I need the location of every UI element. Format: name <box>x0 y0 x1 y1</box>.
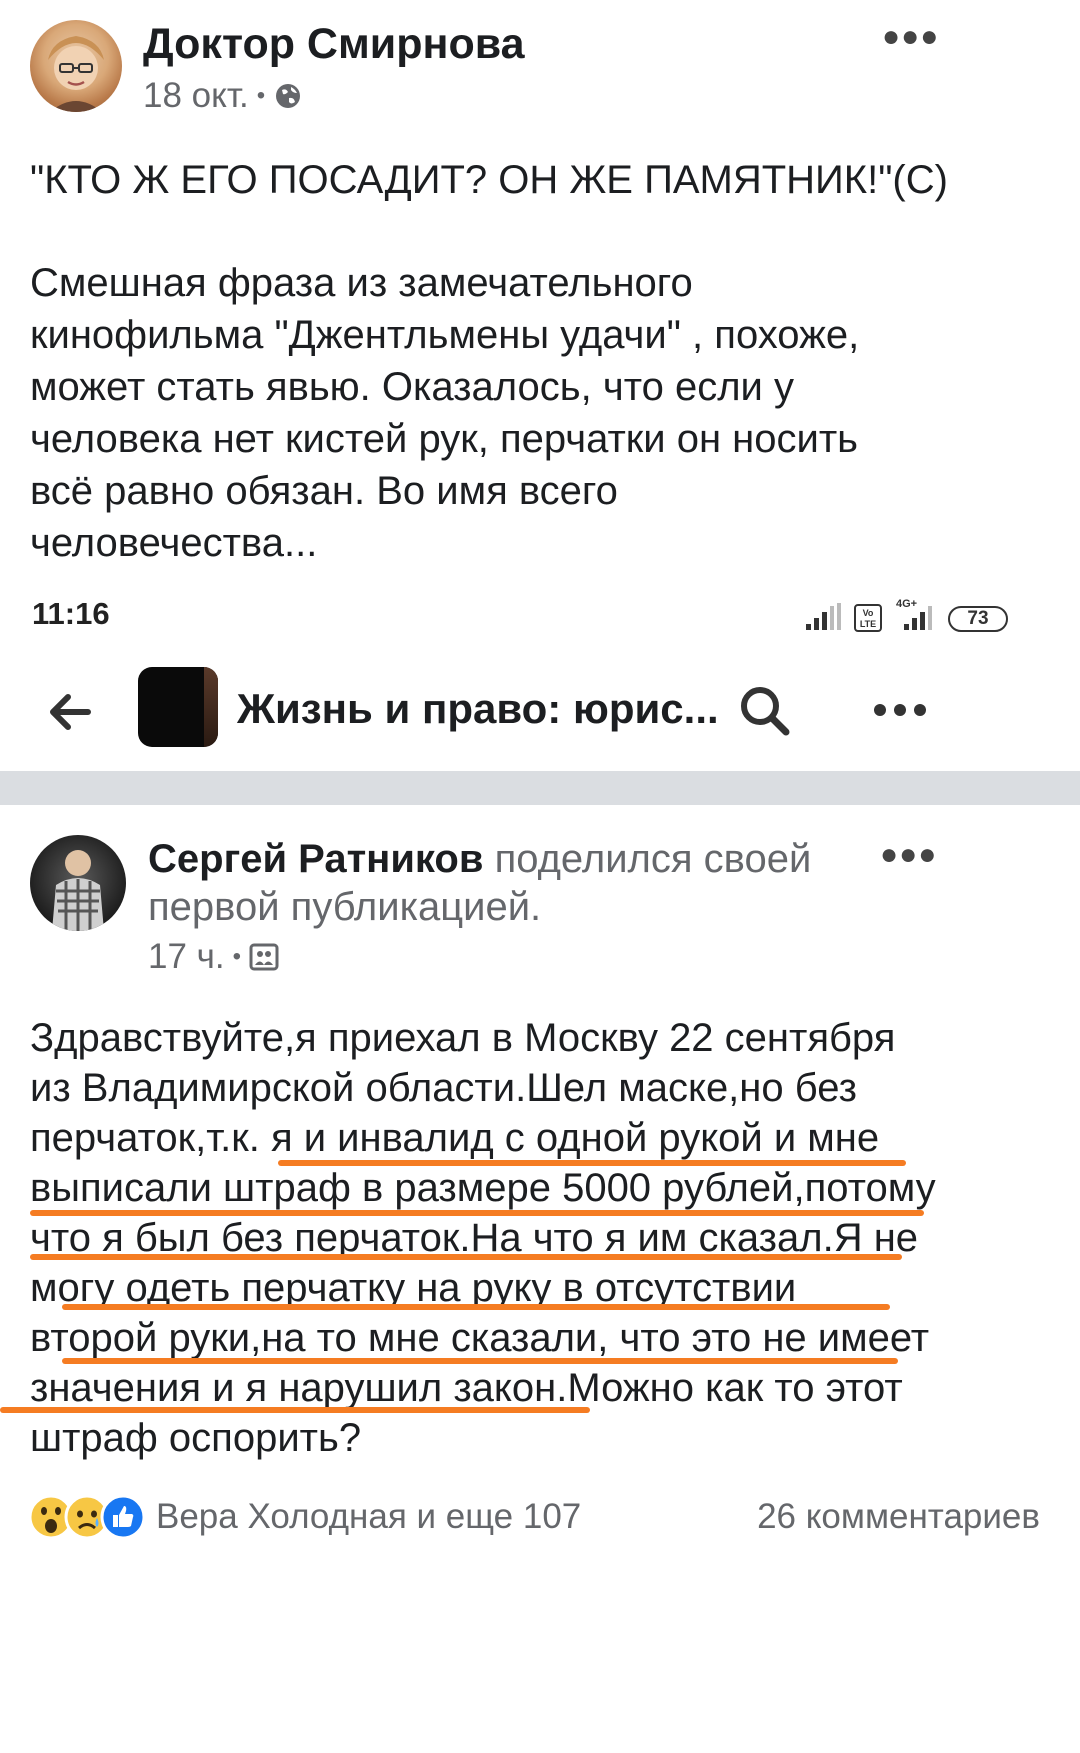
post-body: Смешная фраза из замечательного кинофиль… <box>30 255 1060 567</box>
post-headline: "КТО Ж ЕГО ПОСАДИТ? ОН ЖЕ ПАМЯТНИК!"(С) <box>30 158 948 202</box>
text-line: человека нет кистей рук, перчатки он нос… <box>30 417 859 461</box>
search-button[interactable] <box>736 682 794 740</box>
text-line: второй руки,на то мне сказали, что это н… <box>30 1316 930 1360</box>
text-line: могу одеть перчатку на руку в отсутствии <box>30 1266 797 1310</box>
text-line: человечества... <box>30 521 318 565</box>
header-more-button[interactable] <box>872 700 928 720</box>
signal-icon <box>806 603 841 630</box>
group-avatar[interactable] <box>138 667 218 747</box>
battery-level: 73 <box>967 608 989 629</box>
avatar-portrait <box>48 36 104 112</box>
status-icons: Vo LTE 4G+ 73 <box>804 598 1008 632</box>
battery-icon: 73 <box>948 606 1008 632</box>
post-header-text: Сергей Ратников поделился своей первой п… <box>148 835 848 931</box>
volte-icon: Vo LTE <box>854 604 882 632</box>
highlight-underline <box>0 1407 590 1413</box>
back-button[interactable] <box>42 684 98 740</box>
highlight-underline <box>278 1160 906 1166</box>
author-avatar[interactable] <box>30 835 126 931</box>
post-author-name[interactable]: Сергей Ратников <box>148 837 483 881</box>
comments-count[interactable]: 26 комментариев <box>757 1497 1040 1537</box>
globe-icon <box>276 84 301 108</box>
text-line: Здравствуйте,я приехал в Москву 22 сентя… <box>30 1016 896 1060</box>
section-divider <box>0 771 1080 805</box>
post-action: поделился своей <box>494 837 812 881</box>
reactions-text[interactable]: Вера Холодная и еще 107 <box>156 1497 581 1537</box>
post-meta: 17 ч. • <box>148 937 279 977</box>
text-line: что я был без перчаток.На что я им сказа… <box>30 1216 919 1260</box>
text-line: значения и я нарушил закон.Можно как то … <box>30 1366 903 1410</box>
text-line: перчаток,т.к. я и инвалид с одной рукой … <box>30 1116 880 1160</box>
post-options-button[interactable]: ●●● <box>882 20 939 54</box>
post-meta: 18 окт. • <box>143 76 303 116</box>
status-time: 11:16 <box>32 596 110 631</box>
text-line: из Владимирской области.Шел маске,но без <box>30 1066 857 1110</box>
post-body: Здравствуйте,я приехал в Москву 22 сентя… <box>30 1010 1070 1460</box>
text-line: может стать явью. Оказалось, что если у <box>30 365 794 409</box>
text-line: Смешная фраза из замечательного <box>30 261 693 305</box>
post-time[interactable]: 17 ч. <box>148 937 225 977</box>
meta-separator: • <box>256 82 266 109</box>
search-icon <box>741 687 790 736</box>
post-options-button[interactable]: ●●● <box>880 838 937 872</box>
volte-label: Vo LTE <box>859 608 877 629</box>
post-action: первой публикацией. <box>148 885 542 929</box>
network-icon: 4G+ <box>892 598 938 632</box>
like-reaction-icon <box>100 1494 146 1540</box>
highlight-underline <box>62 1358 898 1364</box>
text-line: кинофильма "Джентльмены удачи" , похоже, <box>30 313 860 357</box>
signal-icon <box>904 606 932 630</box>
text-line: штраф оспорить? <box>30 1416 362 1460</box>
avatar-portrait <box>52 850 104 931</box>
highlight-underline <box>30 1210 924 1216</box>
highlight-underline <box>30 1254 902 1260</box>
arrow-left-icon <box>50 694 91 730</box>
meta-separator: • <box>232 943 242 970</box>
group-title[interactable]: Жизнь и право: юрис... <box>237 685 719 733</box>
text-line: всё равно обязан. Во имя всего <box>30 469 618 513</box>
reactions-row[interactable]: Вера Холодная и еще 107 <box>28 1494 581 1540</box>
post-time[interactable]: 18 окт. <box>143 76 249 116</box>
group-icon <box>249 943 279 971</box>
highlight-underline <box>62 1304 890 1310</box>
avatar-edge <box>204 667 218 747</box>
text-line: выписали штраф в размере 5000 рублей,пот… <box>30 1166 936 1210</box>
author-avatar[interactable] <box>30 20 122 112</box>
post-author-name[interactable]: Доктор Смирнова <box>143 20 525 69</box>
more-icon <box>874 704 926 716</box>
